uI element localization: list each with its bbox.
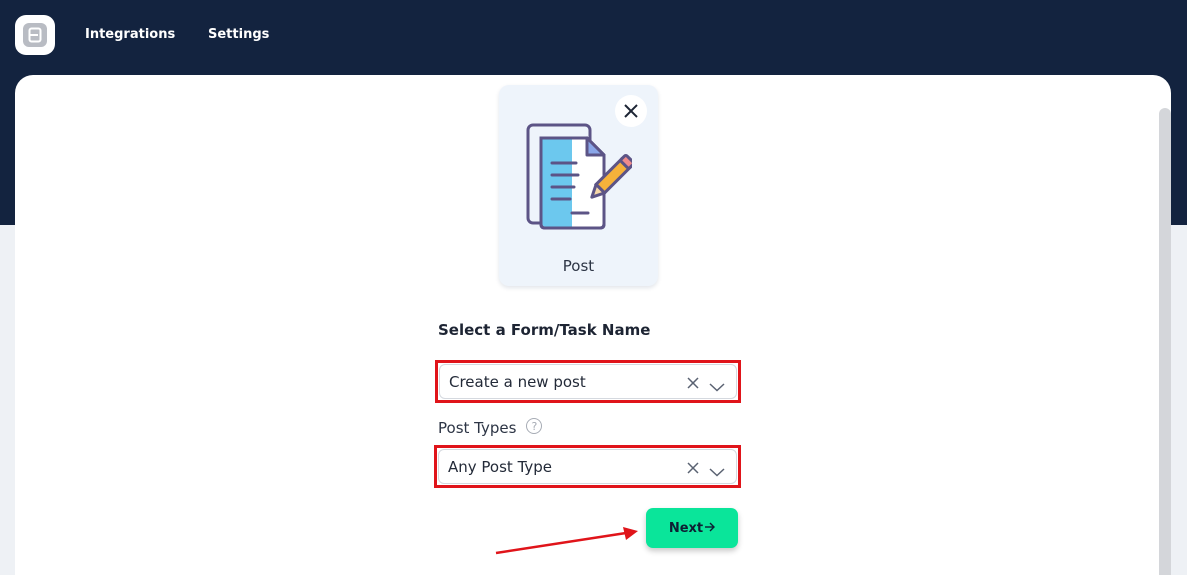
post-types-label-text: Post Types	[438, 419, 517, 437]
nav-link-integrations[interactable]: Integrations	[85, 27, 175, 42]
nav-link-settings[interactable]: Settings	[208, 27, 269, 42]
post-types-label: Post Types ?	[438, 418, 543, 437]
annotation-arrow	[490, 522, 645, 566]
post-types-select-value: Any Post Type	[448, 457, 553, 476]
app-logo-icon	[23, 23, 47, 47]
help-icon[interactable]: ?	[526, 418, 543, 434]
chevron-down-icon[interactable]	[709, 462, 725, 477]
chevron-down-icon[interactable]	[709, 377, 725, 392]
vertical-scrollbar[interactable]	[1159, 108, 1171, 575]
trigger-card-label: Post	[562, 257, 595, 275]
post-document-pencil-icon	[524, 121, 635, 237]
form-task-select[interactable]: Create a new post	[439, 364, 737, 399]
app-logo[interactable]	[15, 15, 55, 55]
trigger-card-post[interactable]: Post	[499, 85, 658, 286]
next-button[interactable]: Next	[646, 508, 738, 548]
post-types-select[interactable]: Any Post Type	[438, 449, 737, 484]
arrow-right-icon	[705, 521, 716, 536]
form-task-select-value: Create a new post	[449, 372, 586, 391]
clear-icon[interactable]	[686, 460, 700, 474]
clear-icon[interactable]	[686, 375, 700, 389]
section-title: Select a Form/Task Name	[438, 321, 651, 339]
next-button-label: Next	[668, 520, 704, 536]
